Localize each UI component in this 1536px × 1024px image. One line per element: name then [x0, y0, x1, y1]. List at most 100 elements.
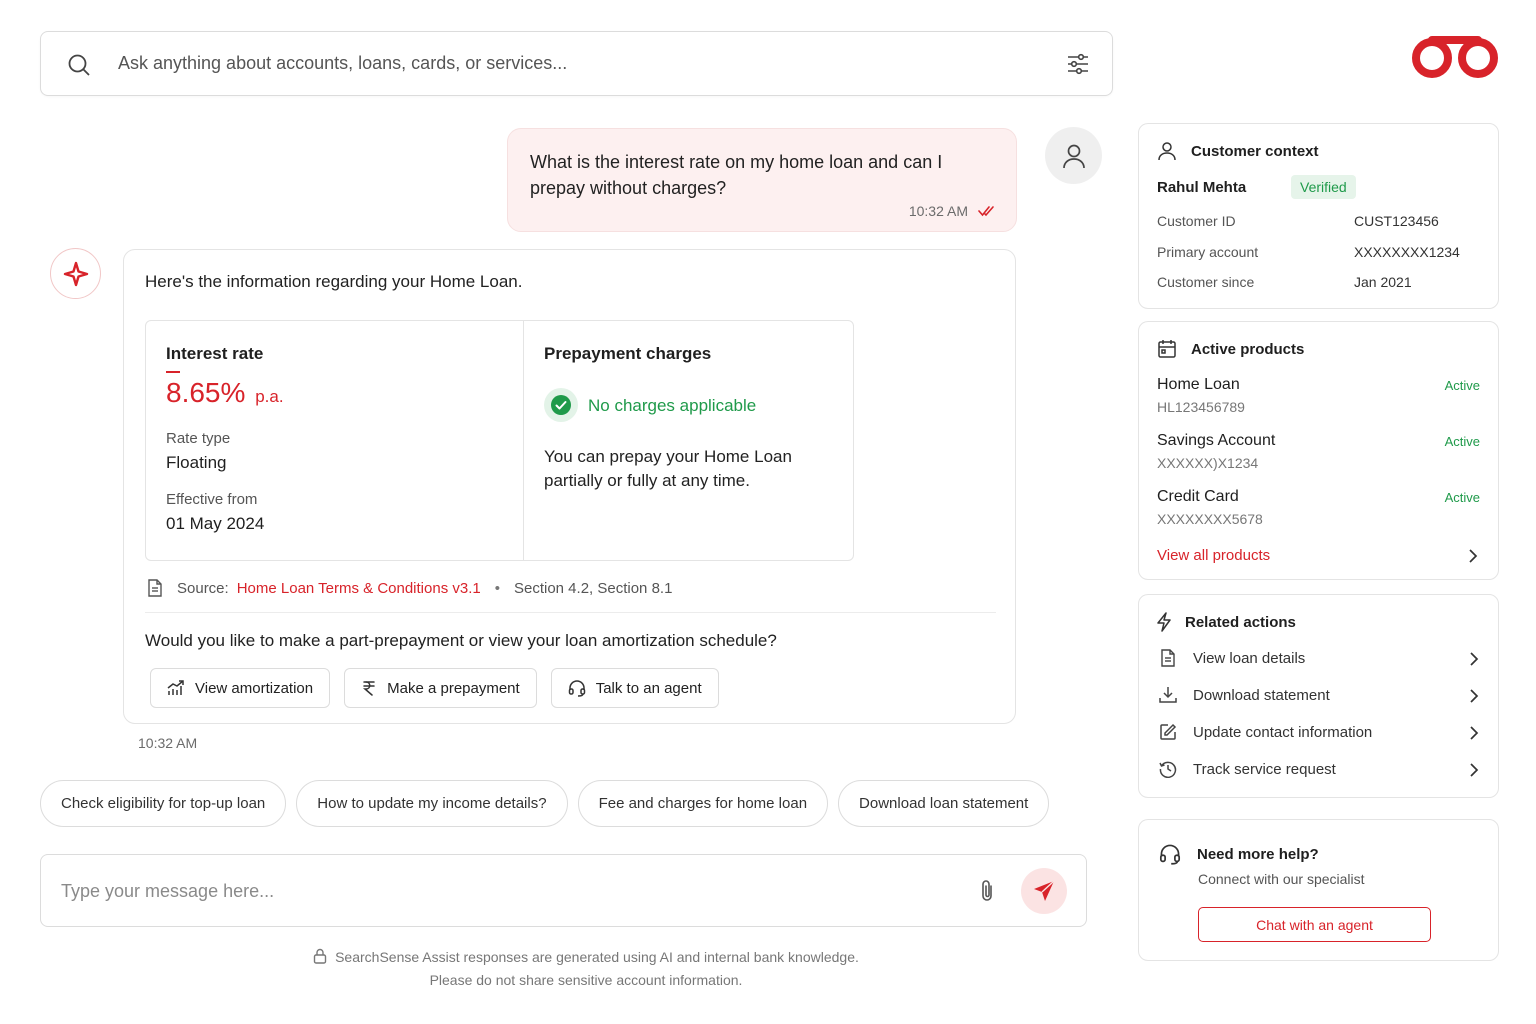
customer-context-panel: Customer context Rahul Mehta Verified Cu…	[1138, 123, 1499, 309]
edit-icon	[1157, 723, 1179, 741]
suggestion-chip[interactable]: How to update my income details?	[296, 780, 568, 827]
product-status: Active	[1444, 490, 1480, 505]
check-circle-icon	[544, 388, 578, 422]
update-contact-label: Update contact information	[1193, 723, 1373, 741]
track-service-request-label: Track service request	[1193, 760, 1336, 778]
customer-name: Rahul Mehta	[1157, 179, 1247, 196]
chart-growth-icon	[167, 680, 185, 696]
quick-actions: View amortization Make a prepayment Talk…	[150, 668, 719, 708]
search-placeholder[interactable]: Ask anything about accounts, loans, card…	[118, 53, 567, 74]
interest-rate-unit: p.a.	[255, 387, 284, 406]
download-statement-label: Download statement	[1193, 686, 1330, 704]
filter-sliders-icon[interactable]	[1066, 52, 1090, 76]
download-icon	[1157, 686, 1179, 704]
rate-type-value: Floating	[166, 453, 227, 472]
lightning-icon	[1157, 612, 1171, 632]
chat-with-agent-button[interactable]: Chat with an agent	[1198, 907, 1431, 942]
customer-since-value: Jan 2021	[1354, 274, 1412, 290]
headset-icon	[568, 679, 586, 697]
assistant-intro-text: Here's the information regarding your Ho…	[145, 272, 523, 291]
effective-from-label: Effective from	[166, 491, 258, 508]
separator-dot: •	[494, 579, 500, 597]
search-bar[interactable]: Ask anything about accounts, loans, card…	[40, 31, 1113, 96]
talk-to-agent-label: Talk to an agent	[595, 679, 702, 697]
search-icon	[67, 53, 91, 77]
document-icon	[1157, 649, 1179, 667]
active-products-panel: Active products Home Loan HL123456789 Ac…	[1138, 321, 1499, 580]
product-name-savings-account[interactable]: Savings Account	[1157, 432, 1275, 450]
assistant-avatar	[50, 248, 101, 299]
product-number: HL123456789	[1157, 399, 1245, 415]
product-number: XXXXXX)X1234	[1157, 455, 1259, 471]
prepayment-section: Prepayment charges No charges applicable…	[524, 321, 853, 560]
user-message-time: 10:32 AM	[908, 203, 968, 219]
need-help-panel: Need more help? Connect with our special…	[1138, 819, 1499, 961]
user-message-bubble: What is the interest rate on my home loa…	[507, 128, 1017, 232]
suggestion-chips: Check eligibility for top-up loan How to…	[40, 780, 1050, 827]
suggestion-chip[interactable]: Fee and charges for home loan	[577, 780, 829, 827]
chevron-right-icon	[1469, 651, 1479, 667]
history-icon	[1157, 760, 1179, 778]
send-icon	[1033, 880, 1055, 902]
product-name-home-loan[interactable]: Home Loan	[1157, 376, 1240, 394]
view-loan-details-action[interactable]: View loan details	[1157, 645, 1479, 671]
prepayment-description: You can prepay your Home Loan partially …	[544, 447, 792, 490]
view-amortization-button[interactable]: View amortization	[150, 668, 331, 708]
headset-icon	[1159, 843, 1181, 865]
track-service-request-action[interactable]: Track service request	[1157, 756, 1479, 782]
download-statement-action[interactable]: Download statement	[1157, 682, 1479, 708]
customer-id-value: CUST123456	[1354, 213, 1439, 229]
paperclip-icon[interactable]	[979, 879, 995, 903]
divider	[145, 612, 996, 613]
customer-context-title: Customer context	[1191, 142, 1319, 160]
rate-type-label: Rate type	[166, 430, 231, 447]
prepayment-status: No charges applicable	[588, 396, 757, 415]
view-all-products-link[interactable]: View all products	[1157, 547, 1270, 564]
talk-to-agent-button[interactable]: Talk to an agent	[550, 668, 719, 708]
chevron-right-icon	[1469, 725, 1479, 741]
message-input[interactable]	[61, 875, 961, 907]
interest-rate-value: 8.65% p.a.	[166, 377, 284, 408]
assistant-followup-question: Would you like to make a part-prepayment…	[145, 631, 777, 650]
disclaimer-line-2: Please do not share sensitive account in…	[429, 972, 743, 988]
chevron-right-icon[interactable]	[1468, 548, 1478, 564]
disclaimer: SearchSense Assist responses are generat…	[300, 946, 872, 992]
view-loan-details-label: View loan details	[1193, 649, 1306, 667]
message-composer	[40, 854, 1087, 927]
customer-id-label: Customer ID	[1157, 213, 1236, 229]
view-amortization-label: View amortization	[195, 679, 314, 697]
chevron-right-icon	[1469, 762, 1479, 778]
active-products-header: Active products	[1157, 339, 1304, 359]
suggestion-chip[interactable]: Check eligibility for top-up loan	[40, 780, 287, 827]
effective-from-value: 01 May 2024	[166, 514, 265, 533]
user-icon	[1157, 141, 1177, 161]
user-message-text: What is the interest rate on my home loa…	[530, 152, 943, 198]
chevron-right-icon	[1469, 688, 1479, 704]
lock-icon	[313, 948, 327, 964]
sparkle-icon	[63, 261, 89, 287]
loan-info-box: Interest rate 8.65% p.a. Rate type Float…	[145, 320, 854, 561]
product-name-credit-card[interactable]: Credit Card	[1157, 488, 1239, 506]
verified-badge: Verified	[1291, 175, 1356, 199]
need-help-title: Need more help?	[1197, 845, 1319, 863]
related-actions-panel: Related actions View loan details Downlo…	[1138, 594, 1499, 798]
make-prepayment-button[interactable]: Make a prepayment	[344, 668, 537, 708]
suggestion-chip[interactable]: Download loan statement	[838, 780, 1050, 827]
interest-rate-section: Interest rate 8.65% p.a. Rate type Float…	[146, 321, 524, 560]
active-products-title: Active products	[1191, 340, 1305, 358]
update-contact-action[interactable]: Update contact information	[1157, 719, 1479, 745]
disclaimer-line-1: SearchSense Assist responses are generat…	[335, 949, 859, 965]
related-actions-header: Related actions	[1157, 612, 1296, 632]
primary-account-value: XXXXXXXX1234	[1354, 244, 1460, 260]
source-citation: Source: Home Loan Terms & Conditions v3.…	[147, 579, 672, 597]
related-actions-title: Related actions	[1185, 613, 1296, 631]
product-status: Active	[1444, 378, 1480, 393]
assistant-message-time: 10:32 AM	[138, 735, 198, 751]
source-label: Source:	[177, 579, 229, 597]
source-link[interactable]: Home Loan Terms & Conditions v3.1	[237, 580, 481, 597]
need-help-header: Need more help?	[1159, 843, 1319, 865]
send-button[interactable]	[1021, 868, 1067, 914]
assistant-message-card: Here's the information regarding your Ho…	[123, 249, 1016, 724]
user-avatar	[1045, 127, 1102, 184]
source-sections: Section 4.2, Section 8.1	[513, 579, 673, 597]
